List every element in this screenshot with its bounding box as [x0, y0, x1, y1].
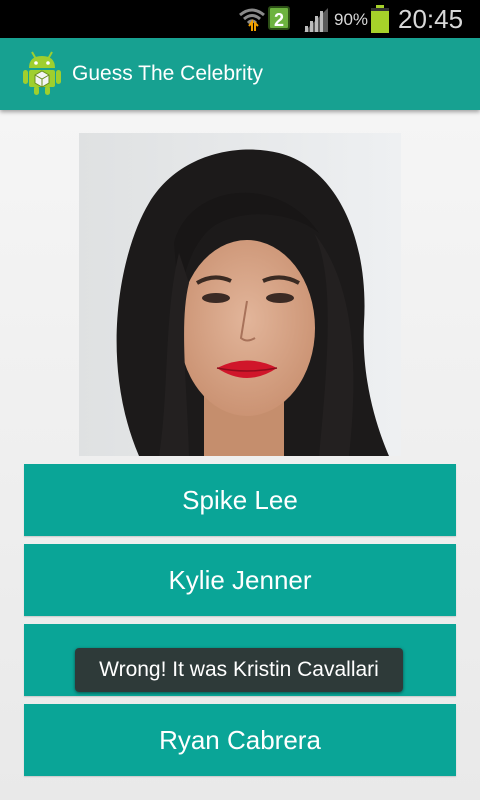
page-title: Guess The Celebrity	[72, 62, 264, 85]
answer-button-4[interactable]: Ryan Cabrera	[24, 704, 456, 776]
answer-button-2[interactable]: Kylie Jenner	[24, 544, 456, 616]
android-app-icon	[22, 50, 62, 101]
battery-percent: 90%	[334, 10, 369, 29]
wifi-icon	[238, 4, 266, 37]
answer-button-1[interactable]: Spike Lee	[24, 464, 456, 536]
battery-icon	[370, 5, 390, 38]
clock: 20:45	[398, 4, 464, 34]
celebrity-photo	[79, 133, 401, 456]
action-bar: Guess The Celebrity	[0, 38, 480, 110]
signal-icon	[302, 5, 330, 38]
notification-badge: 2	[268, 6, 290, 30]
result-toast: Wrong! It was Kristin Cavallari	[75, 648, 403, 692]
status-bar: 2 90% 20:45	[0, 0, 480, 38]
app-screen: 2 90% 20:45 Guess The Celebrity Spike Le…	[0, 0, 480, 800]
